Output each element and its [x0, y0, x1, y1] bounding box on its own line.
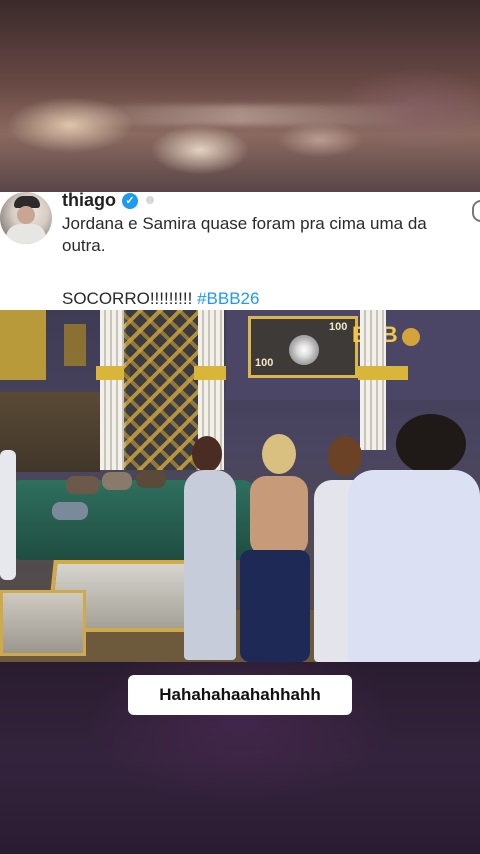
scene-side-table — [0, 590, 86, 656]
caption-text: Hahahahaahahhahh — [128, 675, 352, 715]
author-avatar[interactable] — [0, 192, 52, 244]
avatar-body — [6, 224, 46, 244]
tweet-card: thiago ✓ Jordana e Samira quase foram pr… — [0, 190, 480, 310]
video-player[interactable]: 100 100 BBB — [0, 310, 480, 662]
sofa-pillow — [102, 472, 132, 490]
tweet-text: Jordana e Samira quase foram pra cima um… — [62, 214, 427, 255]
verified-badge-icon: ✓ — [122, 193, 138, 209]
tweet-text-second-line: SOCORRO!!!!!!!!! #BBB26 — [62, 288, 259, 310]
scene-painting — [0, 310, 46, 380]
sofa-pillow — [52, 502, 88, 520]
author-name[interactable]: thiago — [62, 190, 116, 211]
sign-disc — [289, 335, 319, 365]
tweet-exclamation: SOCORRO!!!!!!!!! — [62, 289, 198, 308]
person-4 — [338, 414, 480, 662]
handle-placeholder — [146, 196, 154, 204]
scene-sign: 100 100 — [248, 316, 358, 378]
sofa-pillow — [66, 476, 100, 494]
scene-pillar — [96, 310, 130, 470]
avatar-face — [17, 206, 35, 224]
top-blurred-background — [0, 0, 480, 192]
brand-logo-badge — [402, 328, 420, 346]
sign-number-top: 100 — [329, 321, 348, 333]
sign-number-bottom: 100 — [255, 357, 274, 369]
scene-painting-small — [64, 324, 86, 366]
sofa-pillow — [136, 470, 166, 488]
person-edge — [0, 450, 18, 580]
blurred-light-streak — [60, 105, 420, 125]
hashtag-link[interactable]: #BBB26 — [197, 289, 259, 308]
more-options-icon[interactable] — [472, 200, 480, 222]
